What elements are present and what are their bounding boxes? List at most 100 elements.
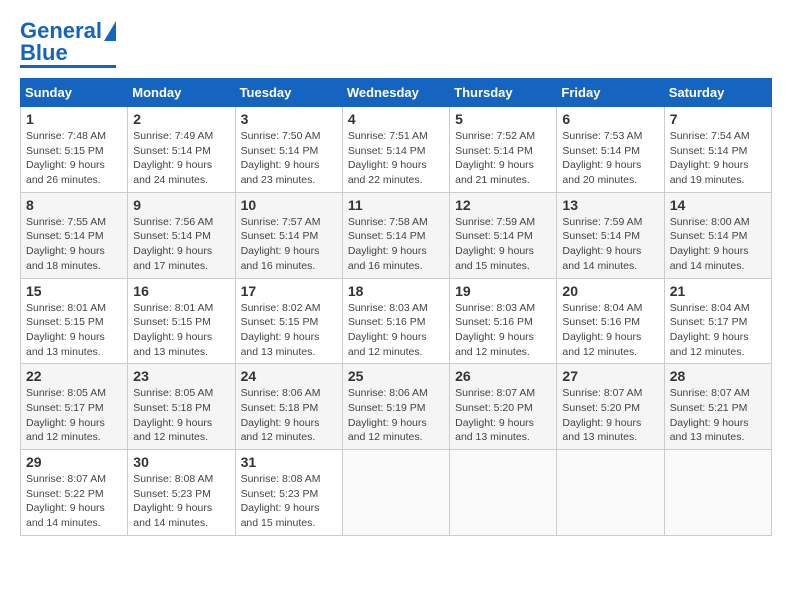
daylight-text: Daylight: 9 hours and 14 minutes. <box>133 502 212 529</box>
calendar-cell: 18Sunrise: 8:03 AMSunset: 5:16 PMDayligh… <box>342 278 449 364</box>
daylight-text: Daylight: 9 hours and 17 minutes. <box>133 245 212 272</box>
calendar-cell: 8Sunrise: 7:55 AMSunset: 5:14 PMDaylight… <box>21 192 128 278</box>
calendar-cell: 27Sunrise: 8:07 AMSunset: 5:20 PMDayligh… <box>557 364 664 450</box>
day-info: Sunrise: 7:48 AMSunset: 5:15 PMDaylight:… <box>26 129 122 188</box>
sunrise-text: Sunrise: 8:01 AM <box>26 302 106 314</box>
sunset-text: Sunset: 5:15 PM <box>133 316 211 328</box>
calendar-cell: 9Sunrise: 7:56 AMSunset: 5:14 PMDaylight… <box>128 192 235 278</box>
calendar-week-row: 29 Sunrise: 8:07 AMSunset: 5:22 PMDayligh… <box>21 450 772 536</box>
sunrise-text: Sunrise: 7:58 AM <box>348 216 428 228</box>
daylight-text: Daylight: 9 hours and 20 minutes. <box>562 159 641 186</box>
sunset-text: Sunset: 5:16 PM <box>348 316 426 328</box>
daylight-text: Daylight: 9 hours and 21 minutes. <box>455 159 534 186</box>
calendar-cell <box>450 450 557 536</box>
sunrise-text: Sunrise: 8:07 AM <box>670 387 750 399</box>
day-info: Sunrise: 8:07 AMSunset: 5:21 PMDaylight:… <box>670 386 766 445</box>
daylight-text: Daylight: 9 hours and 24 minutes. <box>133 159 212 186</box>
calendar-cell: 3 Sunrise: 7:50 AMSunset: 5:14 PMDaylight… <box>235 107 342 193</box>
daylight-text: Daylight: 9 hours and 13 minutes. <box>562 417 641 444</box>
calendar-cell: 26Sunrise: 8:07 AMSunset: 5:20 PMDayligh… <box>450 364 557 450</box>
day-info: Sunrise: 8:01 AMSunset: 5:15 PMDaylight:… <box>26 301 122 360</box>
sunrise-text: Sunrise: 8:02 AM <box>241 302 321 314</box>
day-info: Sunrise: 7:57 AMSunset: 5:14 PMDaylight:… <box>241 215 337 274</box>
calendar-cell: 20Sunrise: 8:04 AMSunset: 5:16 PMDayligh… <box>557 278 664 364</box>
sunset-text: Sunset: 5:14 PM <box>562 230 640 242</box>
sunrise-text: Sunrise: 7:49 AM <box>133 130 213 142</box>
logo: General Blue <box>20 20 116 68</box>
sunrise-text: Sunrise: 8:00 AM <box>670 216 750 228</box>
daylight-text: Daylight: 9 hours and 14 minutes. <box>26 502 105 529</box>
day-number: 2 <box>133 111 229 127</box>
daylight-text: Daylight: 9 hours and 12 minutes. <box>348 331 427 358</box>
day-info: Sunrise: 7:58 AMSunset: 5:14 PMDaylight:… <box>348 215 444 274</box>
calendar-cell: 2 Sunrise: 7:49 AM Sunset: 5:14 PM Daylight… <box>128 107 235 193</box>
sunset-text: Sunset: 5:15 PM <box>26 145 104 157</box>
calendar-cell: 23Sunrise: 8:05 AMSunset: 5:18 PMDayligh… <box>128 364 235 450</box>
sunset-text: Sunset: 5:18 PM <box>241 402 319 414</box>
day-info: Sunrise: 8:07 AMSunset: 5:22 PMDaylight:… <box>26 472 122 531</box>
sunset-text: Sunset: 5:14 PM <box>455 230 533 242</box>
logo-underline <box>20 65 116 68</box>
day-info: Sunrise: 8:08 AMSunset: 5:23 PMDaylight:… <box>133 472 229 531</box>
day-info: Sunrise: 7:59 AMSunset: 5:14 PMDaylight:… <box>562 215 658 274</box>
day-info: Sunrise: 8:05 AMSunset: 5:17 PMDaylight:… <box>26 386 122 445</box>
day-info: Sunrise: 8:01 AMSunset: 5:15 PMDaylight:… <box>133 301 229 360</box>
sunset-text: Sunset: 5:22 PM <box>26 488 104 500</box>
sunset-text: Sunset: 5:15 PM <box>241 316 319 328</box>
daylight-text: Daylight: 9 hours and 22 minutes. <box>348 159 427 186</box>
day-number: 16 <box>133 283 229 299</box>
calendar-cell: 22 Sunrise: 8:05 AMSunset: 5:17 PMDayligh… <box>21 364 128 450</box>
day-info: Sunrise: 7:52 AMSunset: 5:14 PMDaylight:… <box>455 129 551 188</box>
sunset-text: Sunset: 5:14 PM <box>241 230 319 242</box>
sunset-text: Sunset: 5:14 PM <box>26 230 104 242</box>
calendar-cell: 14Sunrise: 8:00 AMSunset: 5:14 PMDayligh… <box>664 192 771 278</box>
sunrise-text: Sunrise: 8:07 AM <box>455 387 535 399</box>
day-number: 22 <box>26 368 122 384</box>
header-friday: Friday <box>557 79 664 107</box>
day-number: 19 <box>455 283 551 299</box>
sunrise-text: Sunrise: 8:06 AM <box>241 387 321 399</box>
daylight-text: Daylight: 9 hours and 13 minutes. <box>26 331 105 358</box>
day-number: 30 <box>133 454 229 470</box>
sunset-text: Sunset: 5:23 PM <box>241 488 319 500</box>
sunrise-text: Sunrise: 8:05 AM <box>133 387 213 399</box>
sunset-text: Sunset: 5:17 PM <box>670 316 748 328</box>
calendar-cell: 25Sunrise: 8:06 AMSunset: 5:19 PMDayligh… <box>342 364 449 450</box>
day-info: Sunrise: 8:03 AMSunset: 5:16 PMDaylight:… <box>455 301 551 360</box>
day-info: Sunrise: 8:03 AMSunset: 5:16 PMDaylight:… <box>348 301 444 360</box>
sunrise-text: Sunrise: 8:03 AM <box>455 302 535 314</box>
day-info: Sunrise: 8:07 AMSunset: 5:20 PMDaylight:… <box>455 386 551 445</box>
day-info: Sunrise: 8:00 AMSunset: 5:14 PMDaylight:… <box>670 215 766 274</box>
day-info: Sunrise: 7:56 AMSunset: 5:14 PMDaylight:… <box>133 215 229 274</box>
day-number: 29 <box>26 454 122 470</box>
daylight-text: Daylight: 9 hours and 26 minutes. <box>26 159 105 186</box>
day-info: Sunrise: 7:50 AMSunset: 5:14 PMDaylight:… <box>241 129 337 188</box>
day-info: Sunrise: 7:49 AM Sunset: 5:14 PM Daylight:… <box>133 129 229 188</box>
daylight-text: Daylight: 9 hours and 12 minutes. <box>241 417 320 444</box>
sunrise-text: Sunrise: 8:01 AM <box>133 302 213 314</box>
daylight-text: Daylight: 9 hours and 13 minutes. <box>241 331 320 358</box>
calendar-cell: 17Sunrise: 8:02 AMSunset: 5:15 PMDayligh… <box>235 278 342 364</box>
calendar-cell: 21Sunrise: 8:04 AMSunset: 5:17 PMDayligh… <box>664 278 771 364</box>
sunset-text: Sunset: 5:14 PM <box>133 145 211 157</box>
day-number: 4 <box>348 111 444 127</box>
day-info: Sunrise: 7:51 AMSunset: 5:14 PMDaylight:… <box>348 129 444 188</box>
day-info: Sunrise: 8:07 AMSunset: 5:20 PMDaylight:… <box>562 386 658 445</box>
sunset-text: Sunset: 5:21 PM <box>670 402 748 414</box>
day-number: 3 <box>241 111 337 127</box>
day-number: 23 <box>133 368 229 384</box>
sunset-text: Sunset: 5:14 PM <box>348 145 426 157</box>
header-sunday: Sunday <box>21 79 128 107</box>
sunrise-text: Sunrise: 8:05 AM <box>26 387 106 399</box>
calendar-cell: 15 Sunrise: 8:01 AMSunset: 5:15 PMDayligh… <box>21 278 128 364</box>
sunset-text: Sunset: 5:23 PM <box>133 488 211 500</box>
calendar-week-row: 22 Sunrise: 8:05 AMSunset: 5:17 PMDayligh… <box>21 364 772 450</box>
logo-triangle-icon <box>104 21 116 41</box>
calendar-cell <box>342 450 449 536</box>
sunset-text: Sunset: 5:18 PM <box>133 402 211 414</box>
daylight-text: Daylight: 9 hours and 12 minutes. <box>348 417 427 444</box>
day-number: 15 <box>26 283 122 299</box>
day-number: 13 <box>562 197 658 213</box>
sunrise-text: Sunrise: 8:08 AM <box>241 473 321 485</box>
daylight-text: Daylight: 9 hours and 12 minutes. <box>670 331 749 358</box>
